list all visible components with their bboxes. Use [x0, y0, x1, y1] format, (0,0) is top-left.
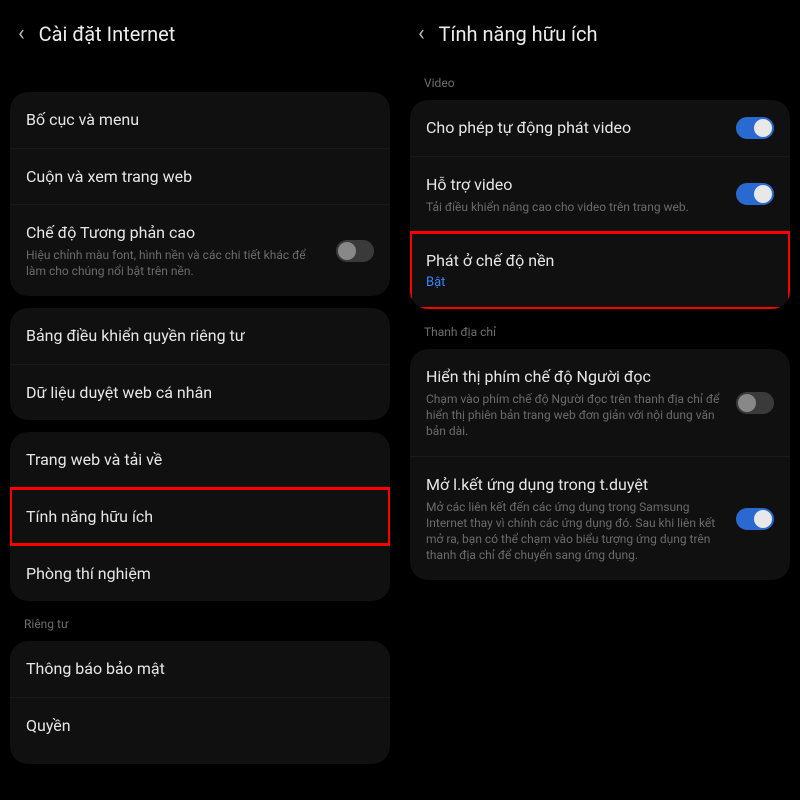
header-left: ‹ Cài đặt Internet	[0, 0, 400, 66]
row-label: Cho phép tự động phát video	[426, 117, 724, 139]
row-layout-menu[interactable]: Bố cục và menu	[10, 92, 390, 148]
back-icon[interactable]: ‹	[18, 23, 25, 45]
row-security-notice[interactable]: Thông báo bảo mật	[10, 641, 390, 697]
row-label: Hiển thị phím chế độ Người đọc	[426, 366, 724, 388]
row-background-play[interactable]: Phát ở chế độ nền Bật	[410, 232, 790, 309]
left-panel: ‹ Cài đặt Internet Bố cục và menu Cuộn v…	[0, 0, 400, 800]
row-label: Tính năng hữu ích	[26, 506, 374, 528]
row-privacy-dashboard[interactable]: Bảng điều khiển quyền riêng tư	[10, 308, 390, 364]
section-label-video: Video	[400, 72, 800, 94]
row-autoplay[interactable]: Cho phép tự động phát video	[410, 100, 790, 156]
header-right: ‹ Tính năng hữu ích	[400, 0, 800, 66]
row-label: Cuộn và xem trang web	[26, 166, 374, 188]
right-panel: ‹ Tính năng hữu ích Video Cho phép tự độ…	[400, 0, 800, 800]
row-label: Phát ở chế độ nền	[426, 250, 774, 272]
row-sublabel: Hiệu chỉnh màu font, hình nền và các chi…	[26, 247, 324, 279]
row-label: Bảng điều khiển quyền riêng tư	[26, 325, 374, 347]
row-sublabel: Mở các liên kết đến các ứng dụng trong S…	[426, 499, 724, 564]
group-features: Trang web và tải về Tính năng hữu ích Ph…	[10, 432, 390, 601]
row-label: Thông báo bảo mật	[26, 658, 374, 680]
toggle-high-contrast[interactable]	[336, 240, 374, 262]
toggle-autoplay[interactable]	[736, 117, 774, 139]
row-high-contrast[interactable]: Chế độ Tương phản cao Hiệu chỉnh màu fon…	[10, 204, 390, 296]
section-label-address: Thanh địa chỉ	[400, 321, 800, 343]
row-label: Chế độ Tương phản cao	[26, 222, 324, 244]
row-label: Mở l.kết ứng dụng trong t.duyệt	[426, 474, 724, 496]
row-label: Hỗ trợ video	[426, 174, 724, 196]
section-label-privacy: Riêng tư	[0, 613, 400, 635]
row-open-links[interactable]: Mở l.kết ứng dụng trong t.duyệt Mở các l…	[410, 456, 790, 580]
group-video: Cho phép tự động phát video Hỗ trợ video…	[410, 100, 790, 309]
row-labs[interactable]: Phòng thí nghiệm	[10, 545, 390, 602]
row-label: Quyền	[26, 715, 374, 737]
row-sublabel: Bật	[426, 274, 774, 292]
page-title-right: Tính năng hữu ích	[439, 22, 598, 46]
row-personal-data[interactable]: Dữ liệu duyệt web cá nhân	[10, 364, 390, 421]
row-label: Dữ liệu duyệt web cá nhân	[26, 382, 374, 404]
toggle-video-assist[interactable]	[736, 183, 774, 205]
back-icon[interactable]: ‹	[418, 23, 425, 45]
row-label: Phòng thí nghiệm	[26, 563, 374, 585]
row-useful-features[interactable]: Tính năng hữu ích	[10, 488, 390, 545]
row-sublabel: Tải điều khiển nâng cao cho video trên t…	[426, 199, 724, 215]
row-scroll-view[interactable]: Cuộn và xem trang web	[10, 148, 390, 205]
page-title-left: Cài đặt Internet	[39, 22, 176, 46]
group-privacy: Bảng điều khiển quyền riêng tư Dữ liệu d…	[10, 308, 390, 420]
row-sublabel: Chạm vào phím chế độ Người đọc trên than…	[426, 391, 724, 440]
toggle-open-links[interactable]	[736, 508, 774, 530]
group-appearance: Bố cục và menu Cuộn và xem trang web Chế…	[10, 92, 390, 296]
group-address-bar: Hiển thị phím chế độ Người đọc Chạm vào …	[410, 349, 790, 581]
toggle-reader[interactable]	[736, 392, 774, 414]
row-permissions[interactable]: Quyền	[10, 697, 390, 765]
row-video-assist[interactable]: Hỗ trợ video Tải điều khiển nâng cao cho…	[410, 156, 790, 232]
row-label: Bố cục và menu	[26, 109, 374, 131]
group-privacy2: Thông báo bảo mật Quyền	[10, 641, 390, 764]
row-label: Trang web và tải về	[26, 449, 374, 471]
row-sites-download[interactable]: Trang web và tải về	[10, 432, 390, 488]
row-reader-mode[interactable]: Hiển thị phím chế độ Người đọc Chạm vào …	[410, 349, 790, 456]
